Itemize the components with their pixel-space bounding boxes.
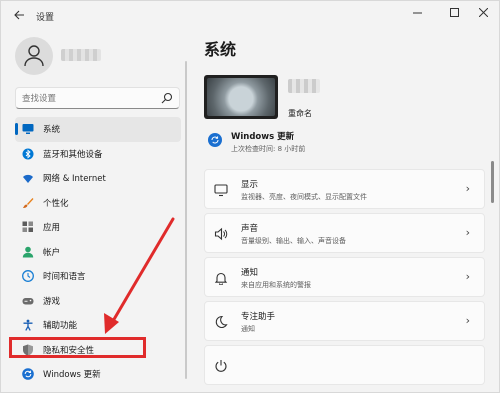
card-power[interactable] <box>204 345 485 385</box>
card-title: 专注助手 <box>241 312 276 322</box>
sync-icon <box>208 133 222 147</box>
windows-update-status[interactable]: Windows 更新 上次检查时间: 8 小时前 <box>204 129 484 155</box>
settings-cards: 显示 监视器、亮度、夜间模式、显示配置文件 › 声音 音量级别、输出、输入、声音… <box>204 169 485 389</box>
update-subtitle: 上次检查时间: 8 小时前 <box>231 145 306 153</box>
main-scrollbar[interactable] <box>491 161 494 203</box>
chevron-right-icon: › <box>465 226 470 239</box>
chevron-right-icon: › <box>465 270 470 283</box>
page-title: 系统 <box>204 40 237 59</box>
device-info: 重命名 <box>204 75 484 123</box>
chevron-right-icon: › <box>465 314 470 327</box>
card-focus-assist[interactable]: 专注助手 通知 › <box>204 301 485 341</box>
rename-link[interactable]: 重命名 <box>288 108 312 119</box>
speaker-icon <box>214 227 228 241</box>
update-title: Windows 更新 <box>231 132 295 142</box>
settings-window: 设置 系统 蓝牙和其他设备 网络 & Inte <box>0 0 500 393</box>
chevron-right-icon: › <box>465 182 470 195</box>
card-title: 声音 <box>241 224 259 234</box>
card-display[interactable]: 显示 监视器、亮度、夜间模式、显示配置文件 › <box>204 169 485 209</box>
power-icon <box>215 360 227 372</box>
device-name-redacted <box>288 79 320 93</box>
card-subtitle: 来自应用和系统的警报 <box>241 281 311 289</box>
card-sound[interactable]: 声音 音量级别、输出、输入、声音设备 › <box>204 213 485 253</box>
card-subtitle: 监视器、亮度、夜间模式、显示配置文件 <box>241 193 367 201</box>
sidebar-scrollbar[interactable] <box>185 61 187 379</box>
card-title: 显示 <box>241 180 259 190</box>
card-subtitle: 音量级别、输出、输入、声音设备 <box>241 237 346 245</box>
card-notifications[interactable]: 通知 来自应用和系统的警报 › <box>204 257 485 297</box>
card-title: 通知 <box>241 268 259 278</box>
moon-icon <box>215 315 228 329</box>
card-subtitle: 通知 <box>241 325 255 333</box>
bell-icon <box>214 272 228 285</box>
display-icon <box>214 184 228 197</box>
device-thumbnail <box>204 75 278 119</box>
